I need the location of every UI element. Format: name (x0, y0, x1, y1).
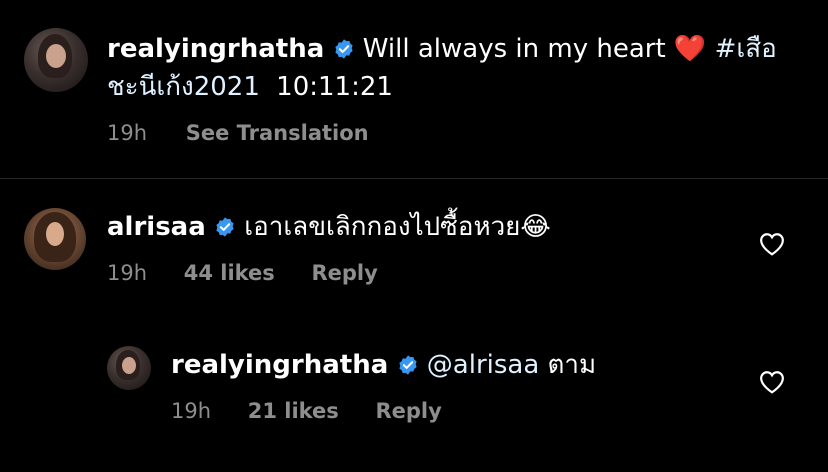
comment-time: 19h (107, 261, 148, 285)
verified-badge-icon (216, 217, 234, 237)
comment-text: alrisaa เอาเลขเลิกกองไปซื้อหวย😂 (107, 208, 707, 246)
verified-badge-icon (334, 39, 353, 59)
comment-avatar[interactable] (24, 208, 86, 270)
like-heart-icon[interactable] (759, 370, 785, 394)
caption-meta: 19h See Translation (107, 121, 369, 145)
caption-avatar[interactable] (24, 28, 88, 92)
reply-likes[interactable]: 21 likes (248, 399, 339, 423)
like-heart-icon[interactable] (759, 232, 785, 256)
reply-mention[interactable]: @alrisaa (427, 350, 539, 380)
reply-text: realyingrhatha @alrisaa ตาม (171, 346, 731, 384)
laughing-emoji: 😂 (520, 212, 551, 242)
caption-text: realyingrhatha Will always in my heart ❤… (107, 30, 807, 106)
reply-time: 19h (171, 399, 212, 423)
reply-body: ตาม (547, 350, 597, 380)
reply-reply-button[interactable]: Reply (375, 399, 441, 423)
comment-meta: 19h 44 likes Reply (107, 261, 378, 285)
avatar-face (122, 357, 136, 374)
caption-timestamp: 10:11:21 (276, 72, 393, 102)
caption-time: 19h (107, 121, 148, 145)
comment-username[interactable]: alrisaa (107, 212, 206, 242)
caption-body: Will always in my heart (362, 34, 666, 64)
reply-avatar[interactable] (107, 346, 151, 390)
red-heart-emoji: ❤️ (673, 34, 707, 64)
reply-username[interactable]: realyingrhatha (171, 350, 388, 380)
reply-meta: 19h 21 likes Reply (171, 399, 442, 423)
comment-reply-button[interactable]: Reply (311, 261, 377, 285)
caption-divider (0, 178, 828, 179)
avatar-face (46, 222, 64, 246)
verified-badge-icon (398, 355, 417, 375)
comment-likes[interactable]: 44 likes (184, 261, 275, 285)
caption-username[interactable]: realyingrhatha (107, 34, 324, 64)
avatar-face (46, 44, 66, 68)
comment-body: เอาเลขเลิกกองไปซื้อหวย (244, 212, 521, 242)
see-translation-button[interactable]: See Translation (186, 121, 369, 145)
